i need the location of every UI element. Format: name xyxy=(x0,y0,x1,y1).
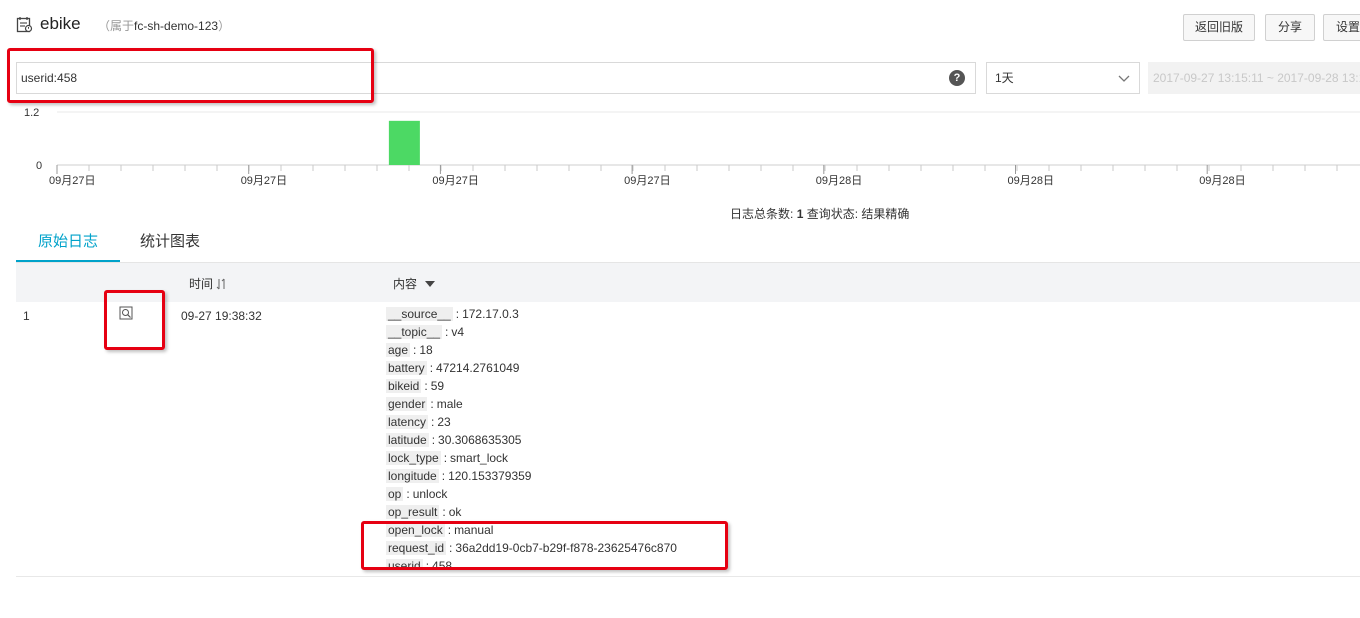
field-separator: : xyxy=(442,505,446,519)
field-separator: : xyxy=(429,361,434,375)
chevron-down-icon xyxy=(1118,75,1130,82)
belong-prefix: （属于 xyxy=(98,19,135,33)
time-column-label: 时间 xyxy=(189,277,214,291)
field-separator: : xyxy=(413,343,417,357)
field-separator: : xyxy=(445,325,449,339)
field-value[interactable]: 47214.2761049 xyxy=(436,361,519,375)
row-time: 09-27 19:38:32 xyxy=(181,309,262,323)
tab-raw-logs[interactable]: 原始日志 xyxy=(16,226,120,262)
x-tick-label: 09月28日 xyxy=(1008,175,1054,187)
field-key[interactable]: battery xyxy=(386,361,427,375)
table-header: 时间 内容 xyxy=(16,262,1360,302)
field-separator: : xyxy=(431,433,436,447)
back-to-old-version-button[interactable]: 返回旧版 xyxy=(1183,14,1255,41)
content-column-label: 内容 xyxy=(393,277,418,291)
field-key[interactable]: gender xyxy=(386,397,428,411)
field-value[interactable]: 172.17.0.3 xyxy=(462,307,519,321)
y-tick-max: 1.2 xyxy=(24,107,39,119)
belong-suffix: ） xyxy=(218,19,231,33)
histogram-bar[interactable] xyxy=(388,120,420,165)
x-tick-labels: 09月27日 09月27日 09月27日 09月27日 09月28日 09月28日 09月2… xyxy=(49,165,1246,187)
log-field: op: unlock xyxy=(386,487,1086,505)
total-count-label: 日志总条数: xyxy=(730,207,794,221)
log-field: latency:23 xyxy=(386,415,1086,433)
log-field: lock_type: smart_lock xyxy=(386,451,1086,469)
field-value[interactable]: smart_lock xyxy=(450,451,508,465)
field-separator: : xyxy=(443,451,448,465)
log-field: gender: male xyxy=(386,397,1086,415)
field-value[interactable]: 30.3068635305 xyxy=(438,433,521,447)
page-header: ebike （属于fc-sh-demo-123） 返回旧版 分享 设置 xyxy=(0,0,1360,52)
query-summary: 日志总条数: 1 查询状态: 结果精确 xyxy=(730,205,909,222)
content-column-header[interactable]: 内容 xyxy=(393,275,436,292)
time-range-value: 1天 xyxy=(995,71,1014,85)
log-histogram: 1.2 0 09月27日 09月27日 09月27日 09月27日 09月28日 09月2… xyxy=(0,96,1360,200)
field-key[interactable]: latitude xyxy=(386,433,429,447)
time-range-select[interactable]: 1天 xyxy=(986,62,1140,94)
field-key[interactable]: latency xyxy=(386,415,429,429)
log-field: __source__:172.17.0.3 xyxy=(386,307,1086,325)
x-tick-label: 09月27日 xyxy=(624,175,670,187)
field-value[interactable]: v4 xyxy=(451,325,464,339)
x-tick-label: 09月27日 xyxy=(432,175,478,187)
project-name[interactable]: fc-sh-demo-123 xyxy=(134,19,218,33)
time-range-display: 2017-09-27 13:15:11 ~ 2017-09-28 13:15:1… xyxy=(1148,62,1360,94)
field-value[interactable]: unlock xyxy=(413,487,448,501)
logstore-title: ebike xyxy=(40,14,81,33)
log-field: battery:47214.2761049 xyxy=(386,361,1086,379)
time-column-header[interactable]: 时间 xyxy=(189,275,227,292)
x-tick-label: 09月28日 xyxy=(816,175,862,187)
total-count-value: 1 xyxy=(796,207,804,221)
field-value[interactable]: ok xyxy=(449,505,462,519)
field-separator: : xyxy=(455,307,460,321)
project-belong: （属于fc-sh-demo-123） xyxy=(98,17,230,34)
x-tick-label: 09月27日 xyxy=(241,175,287,187)
log-field: __topic__: v4 xyxy=(386,325,1086,343)
field-separator: : xyxy=(406,487,410,501)
log-field: bikeid:59 xyxy=(386,379,1086,397)
query-status-label: 查询状态: xyxy=(806,207,859,221)
help-icon[interactable]: ? xyxy=(949,70,965,86)
field-value[interactable]: male xyxy=(437,397,463,411)
annotation-box-search xyxy=(7,48,374,103)
field-value[interactable]: 23 xyxy=(437,415,450,429)
sort-icon[interactable] xyxy=(216,278,227,290)
field-separator: : xyxy=(424,379,428,393)
field-key[interactable]: __source__ xyxy=(386,307,453,321)
x-tick-label: 09月28日 xyxy=(1199,175,1245,187)
field-key[interactable]: longitude xyxy=(386,469,439,483)
log-field: age:18 xyxy=(386,343,1086,361)
field-separator: : xyxy=(431,415,435,429)
result-tabs: 原始日志 统计图表 xyxy=(16,226,1360,262)
log-field: longitude:120.153379359 xyxy=(386,469,1086,487)
y-tick-min: 0 xyxy=(36,160,42,172)
field-key[interactable]: op_result xyxy=(386,505,440,519)
row-index: 1 xyxy=(23,309,30,323)
field-separator: : xyxy=(430,397,434,411)
field-key[interactable]: bikeid xyxy=(386,379,422,393)
field-key[interactable]: lock_type xyxy=(386,451,441,465)
histogram-chart: 1.2 0 09月27日 09月27日 09月27日 09月27日 09月28日 09月2… xyxy=(24,107,1360,187)
annotation-box-request-id xyxy=(361,521,728,570)
field-key[interactable]: age xyxy=(386,343,411,357)
caret-down-icon[interactable] xyxy=(424,280,436,288)
field-value[interactable]: 18 xyxy=(419,343,432,357)
histogram-bars xyxy=(388,120,420,165)
tab-statistics-chart[interactable]: 统计图表 xyxy=(140,226,200,262)
logstore-icon xyxy=(16,17,33,33)
field-separator: : xyxy=(441,469,446,483)
field-value[interactable]: 120.153379359 xyxy=(448,469,531,483)
settings-button[interactable]: 设置 xyxy=(1323,14,1360,41)
log-field: latitude:30.3068635305 xyxy=(386,433,1086,451)
query-status-value: 结果精确 xyxy=(861,207,910,221)
field-value[interactable]: 59 xyxy=(431,379,444,393)
annotation-box-icon xyxy=(104,290,165,350)
x-tick-label: 09月27日 xyxy=(49,175,95,187)
share-button[interactable]: 分享 xyxy=(1265,14,1315,41)
field-key[interactable]: __topic__ xyxy=(386,325,443,339)
field-key[interactable]: op xyxy=(386,487,404,501)
